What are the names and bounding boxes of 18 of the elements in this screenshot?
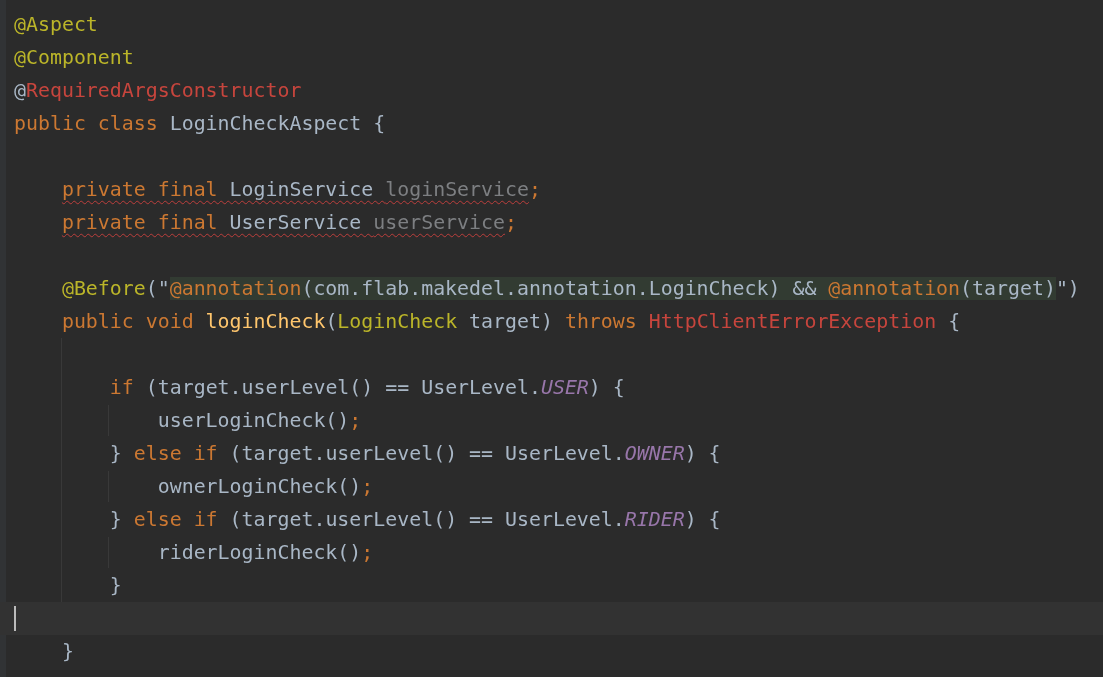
code-line: @Before("@annotation(com.flab.makedel.annotation.LoginCheck) && @annotation(target)") <box>60 276 1080 302</box>
code-line: } <box>108 573 122 599</box>
code-line: public class LoginCheckAspect { <box>14 111 386 137</box>
code-line: private final UserService userService; <box>60 210 517 236</box>
code-line: riderLoginCheck(); <box>156 540 374 566</box>
code-line: } <box>60 639 74 665</box>
text-cursor <box>14 606 16 631</box>
code-line: userLoginCheck(); <box>156 408 362 434</box>
code-line: private final LoginService loginService; <box>60 177 541 203</box>
code-line: @Component <box>14 45 134 71</box>
code-line: ownerLoginCheck(); <box>156 474 374 500</box>
code-editor[interactable] <box>0 0 1103 677</box>
code-line: @RequiredArgsConstructor <box>14 78 302 104</box>
code-line: } else if (target.userLevel() == UserLevel.RIDER) { <box>108 507 721 533</box>
code-line: if (target.userLevel() == UserLevel.USER) { <box>108 375 625 401</box>
code-line: @Aspect <box>14 12 98 38</box>
code-line: } else if (target.userLevel() == UserLevel.OWNER) { <box>108 441 721 467</box>
code-line: public void loginCheck(LoginCheck target) throws HttpClientErrorException { <box>60 309 961 335</box>
